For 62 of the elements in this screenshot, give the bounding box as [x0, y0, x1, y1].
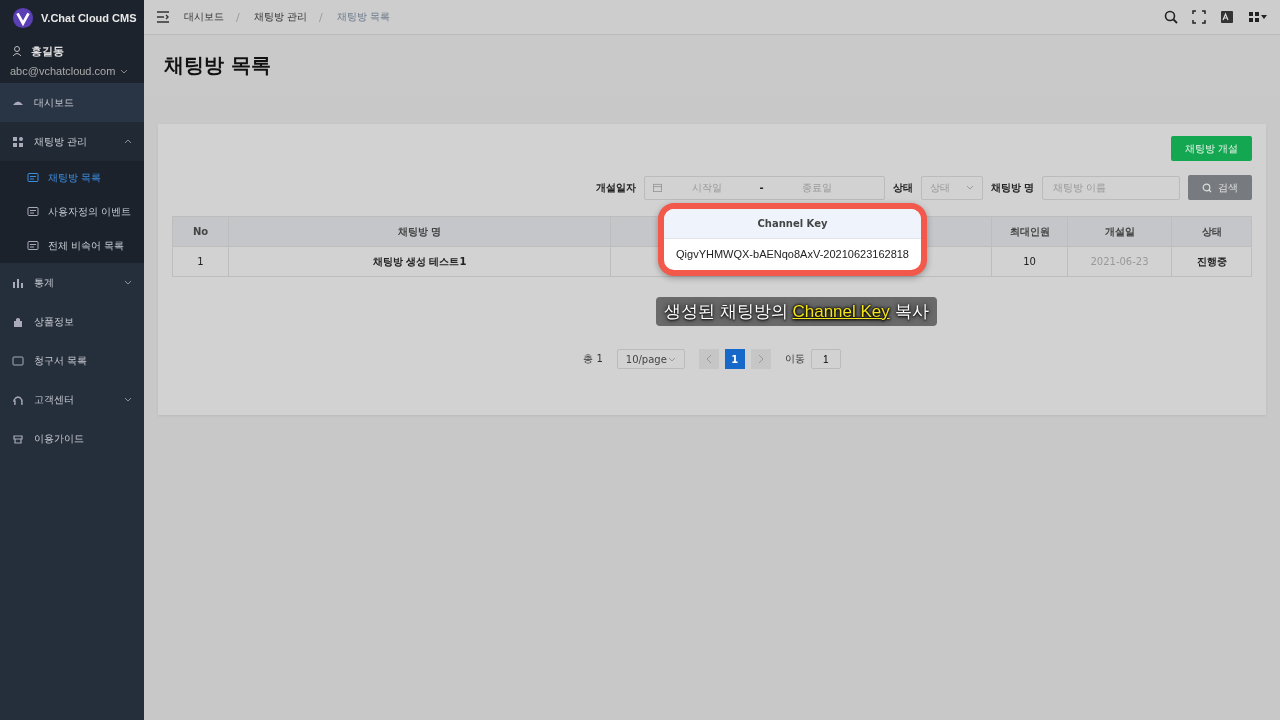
user-name: 홍길동	[31, 43, 64, 59]
caption-text: 생성된 채팅방의 Channel Key 복사	[656, 297, 937, 326]
column-header: Channel Key	[664, 209, 921, 239]
filter-label: 상태	[892, 180, 913, 195]
table-cell: 10	[991, 246, 1068, 277]
caret-icon	[667, 356, 676, 362]
table-cell-text: QigvYHMWQX-bAENqo8AxV-20210623162818	[675, 247, 910, 262]
sidebar-item[interactable]: 이용가이드	[0, 419, 144, 458]
brand-name: V.Chat Cloud CMS	[41, 11, 137, 24]
search-icon	[1202, 182, 1212, 193]
total-count: 총 1	[583, 352, 603, 366]
card-icon	[12, 354, 24, 367]
submenu-item[interactable]: 전체 비속어 목록	[0, 229, 144, 263]
sidebar-item[interactable]: 청구서 목록	[0, 341, 144, 380]
table-cell: 2021-06-23	[1067, 246, 1172, 277]
bag-icon	[12, 315, 24, 328]
stack-icon	[12, 432, 24, 445]
filter-label: 개설일자	[595, 180, 636, 195]
page-size-select[interactable]: 10/page	[616, 349, 685, 369]
column-header: No	[172, 216, 229, 247]
breadcrumb-separator: /	[318, 10, 323, 24]
column-header: 최대인원	[991, 216, 1068, 247]
user-icon	[11, 45, 23, 57]
goto-label: 이동	[784, 352, 805, 366]
breadcrumb-link[interactable]: 채팅방 관리	[253, 10, 307, 24]
breadcrumb-current: 채팅방 목록	[336, 10, 390, 24]
apps-menu-icon[interactable]	[1248, 10, 1268, 24]
chat-icon	[27, 172, 39, 184]
submenu-item[interactable]: 채팅방 목록	[0, 161, 144, 195]
search-icon[interactable]	[1164, 10, 1178, 24]
column-header: 채팅방 명	[228, 216, 611, 247]
table-cell: 진행중	[1171, 246, 1252, 277]
bar-chart-icon	[12, 276, 24, 289]
caret-icon[interactable]	[120, 68, 129, 74]
sidebar-item[interactable]: 통계	[0, 263, 144, 302]
breadcrumb-link[interactable]: 대시보드	[184, 10, 224, 24]
column-header: 개설일	[1067, 216, 1172, 247]
sidebar-item[interactable]: 대시보드	[0, 83, 144, 122]
goto-page-field[interactable]: 1	[810, 349, 841, 369]
chevron-right-icon	[757, 354, 764, 364]
column-header: 상태	[1171, 216, 1252, 247]
sidebar-item[interactable]: 고객센터	[0, 380, 144, 419]
table-cell: 채팅방 생성 테스트1	[228, 246, 611, 277]
search-button[interactable]: 검색	[1188, 175, 1252, 200]
range-separator: -	[758, 182, 765, 193]
chevron-left-icon	[705, 354, 712, 364]
caret-icon	[965, 185, 974, 190]
page-button[interactable]: 1	[724, 349, 745, 369]
filter-label: 채팅방 명	[990, 180, 1034, 195]
logo-icon	[12, 6, 34, 29]
menu-icon[interactable]	[156, 10, 170, 24]
sidebar-item[interactable]: 상품정보	[0, 302, 144, 341]
calendar-icon	[652, 183, 662, 192]
page-title: 채팅방 목록	[164, 51, 271, 79]
fullscreen-icon[interactable]	[1192, 10, 1206, 24]
submenu-item[interactable]: 사용자정의 이벤트	[0, 195, 144, 229]
breadcrumb-separator: /	[236, 10, 240, 24]
grid-icon	[12, 135, 24, 148]
translate-icon[interactable]	[1220, 10, 1234, 24]
sidebar-item[interactable]: 채팅방 관리	[0, 122, 144, 161]
table-cell: 1	[172, 246, 229, 277]
account-email[interactable]: abc@vchatcloud.com	[10, 65, 116, 77]
